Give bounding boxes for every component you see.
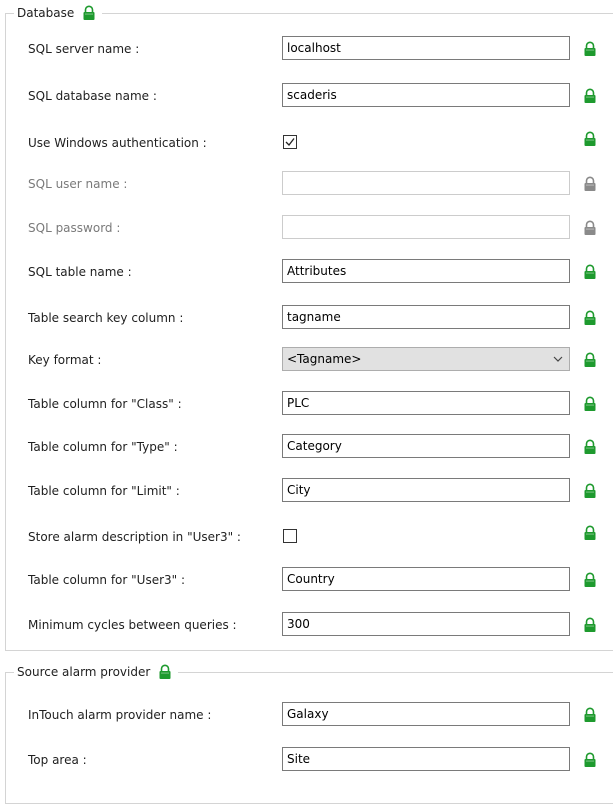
sql-table-name-label: SQL table name : [28, 265, 132, 279]
lock-icon[interactable] [82, 5, 96, 21]
lock-icon[interactable] [583, 176, 597, 192]
sql-database-name-label: SQL database name : [28, 89, 157, 103]
sql-user-name-label: SQL user name : [28, 177, 128, 191]
lock-icon[interactable] [583, 752, 597, 768]
sql-table-name-input[interactable]: Attributes [282, 259, 570, 283]
search-key-column-label: Table search key column : [28, 311, 184, 325]
key-format-label: Key format : [28, 353, 102, 367]
lock-icon[interactable] [583, 88, 597, 104]
windows-auth-checkbox[interactable] [283, 135, 297, 149]
lock-icon[interactable] [583, 352, 597, 368]
row-store-description: Store alarm description in "User3" : [6, 524, 613, 550]
minimum-cycles-label: Minimum cycles between queries : [28, 618, 237, 632]
row-intouch-provider: InTouch alarm provider name : Galaxy [6, 702, 613, 728]
sql-password-label: SQL password : [28, 221, 121, 235]
windows-auth-label: Use Windows authentication : [28, 136, 207, 150]
source-alarm-provider-group: Source alarm provider InTouch alarm prov… [5, 663, 613, 804]
row-sql-table-name: SQL table name : Attributes [6, 259, 613, 285]
row-column-limit: Table column for "Limit" : City [6, 478, 613, 504]
chevron-down-icon[interactable] [553, 348, 563, 370]
intouch-provider-label: InTouch alarm provider name : [28, 708, 212, 722]
lock-icon[interactable] [158, 664, 172, 680]
lock-icon[interactable] [583, 220, 597, 236]
top-area-input[interactable]: Site [282, 747, 570, 771]
sql-database-name-input[interactable]: scaderis [282, 83, 570, 107]
lock-icon[interactable] [583, 310, 597, 326]
key-format-value: <Tagname> [287, 352, 362, 366]
lock-icon[interactable] [583, 131, 597, 147]
row-sql-user-name: SQL user name : [6, 171, 613, 197]
search-key-column-input[interactable]: tagname [282, 305, 570, 329]
database-title: Database [17, 6, 75, 20]
sql-password-input[interactable] [282, 215, 570, 239]
lock-icon[interactable] [583, 396, 597, 412]
checkmark-icon [285, 138, 295, 146]
key-format-select[interactable]: <Tagname> [282, 347, 570, 371]
lock-icon[interactable] [583, 41, 597, 57]
row-search-key-column: Table search key column : tagname [6, 305, 613, 331]
column-limit-input[interactable]: City [282, 478, 570, 502]
lock-icon[interactable] [583, 439, 597, 455]
column-user3-input[interactable]: Country [282, 567, 570, 591]
lock-icon[interactable] [583, 525, 597, 541]
row-sql-database-name: SQL database name : scaderis [6, 83, 613, 109]
row-sql-password: SQL password : [6, 215, 613, 241]
top-area-label: Top area : [28, 753, 87, 767]
database-group: Database SQL server name : localhost SQL… [5, 4, 613, 651]
sql-server-name-label: SQL server name : [28, 42, 140, 56]
row-column-class: Table column for "Class" : PLC [6, 391, 613, 417]
lock-icon[interactable] [583, 572, 597, 588]
sql-server-name-input[interactable]: localhost [282, 36, 570, 60]
row-key-format: Key format : <Tagname> [6, 347, 613, 373]
sql-user-name-input[interactable] [282, 171, 570, 195]
minimum-cycles-input[interactable]: 300 [282, 612, 570, 636]
lock-icon[interactable] [583, 483, 597, 499]
row-windows-auth: Use Windows authentication : [6, 130, 613, 156]
store-description-checkbox[interactable] [283, 529, 297, 543]
column-type-input[interactable]: Category [282, 434, 570, 458]
intouch-provider-input[interactable]: Galaxy [282, 702, 570, 726]
row-column-type: Table column for "Type" : Category [6, 434, 613, 460]
column-limit-label: Table column for "Limit" : [28, 484, 180, 498]
column-type-label: Table column for "Type" : [28, 440, 178, 454]
column-class-label: Table column for "Class" : [28, 397, 182, 411]
row-top-area: Top area : Site [6, 747, 613, 773]
row-sql-server-name: SQL server name : localhost [6, 36, 613, 62]
row-column-user3: Table column for "User3" : Country [6, 567, 613, 593]
store-description-label: Store alarm description in "User3" : [28, 530, 241, 544]
lock-icon[interactable] [583, 707, 597, 723]
column-user3-label: Table column for "User3" : [28, 573, 186, 587]
source-legend: Source alarm provider [14, 663, 179, 681]
lock-icon[interactable] [583, 617, 597, 633]
database-legend: Database [14, 4, 103, 22]
column-class-input[interactable]: PLC [282, 391, 570, 415]
row-minimum-cycles: Minimum cycles between queries : 300 [6, 612, 613, 638]
lock-icon[interactable] [583, 264, 597, 280]
source-title: Source alarm provider [17, 665, 151, 679]
